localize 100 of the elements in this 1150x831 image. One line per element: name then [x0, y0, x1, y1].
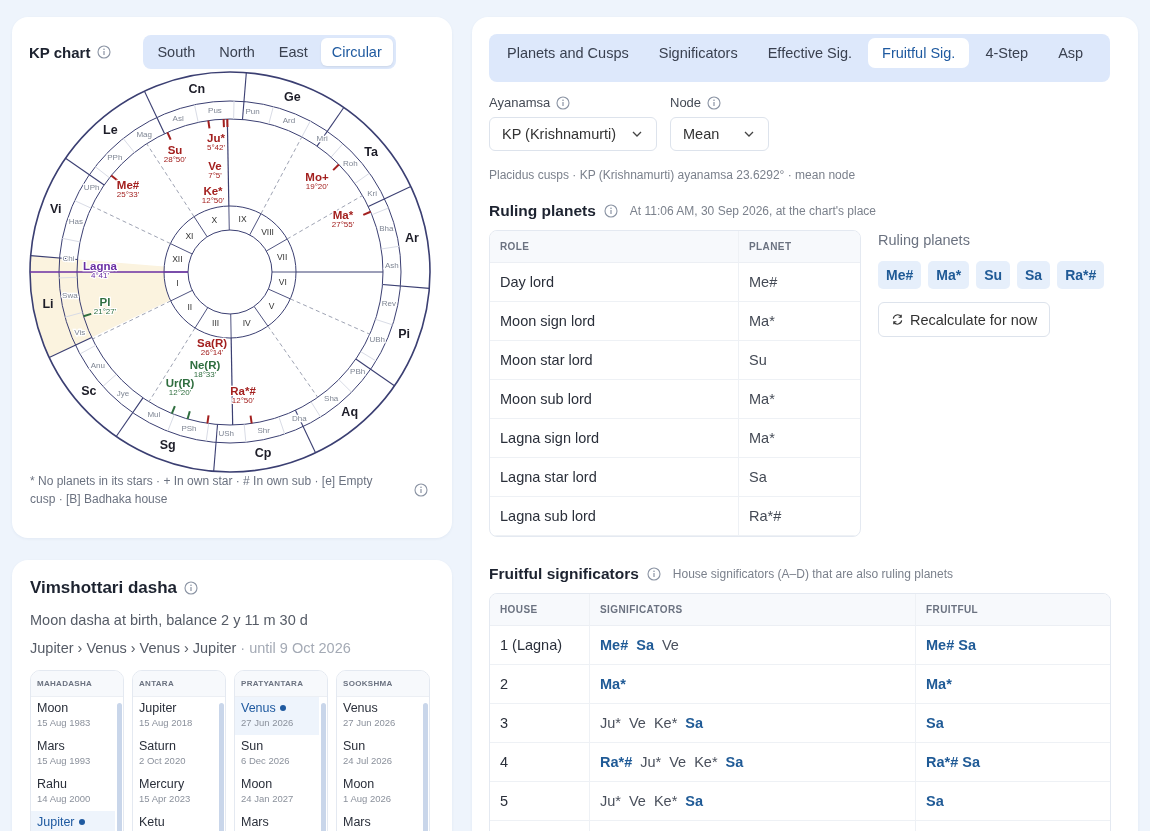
dasha-period[interactable]: Mars: [337, 811, 421, 831]
nakshatra-label: PPh: [107, 153, 123, 163]
dasha-period[interactable]: Venus 27 Jun 2026: [337, 697, 421, 735]
dasha-balance: Moon dasha at birth, balance 2 y 11 m 30 d: [30, 612, 309, 628]
info-icon[interactable]: [646, 567, 661, 581]
table-cell: 1 (Lagna): [490, 626, 589, 665]
chart-style-option[interactable]: East: [267, 38, 319, 66]
planet-tick: [332, 163, 340, 172]
planet-label: Ma*: [332, 209, 354, 222]
nakshatra-label: Pus: [208, 105, 222, 115]
nakshatra-label: Jye: [116, 388, 130, 398]
dasha-period[interactable]: Sun 6 Dec 2026: [235, 735, 319, 773]
planet-tick: [206, 414, 210, 425]
scrollbar[interactable]: [116, 703, 122, 831]
node-dropdown[interactable]: Mean: [670, 117, 769, 151]
info-icon[interactable]: [97, 45, 112, 59]
chart-style-option[interactable]: Circular: [320, 38, 393, 66]
current-marker: [279, 705, 286, 711]
nakshatra-label: Rev: [381, 299, 396, 308]
nakshatra-label: Kri: [367, 189, 378, 199]
planet-label: Mo+: [305, 171, 329, 184]
scrollbar[interactable]: [422, 703, 428, 831]
nakshatra-label: Has: [68, 217, 84, 226]
nakshatra-label: Vis: [74, 327, 86, 337]
nakshatra-label: Swa: [62, 291, 78, 301]
table-cell: Day lord: [490, 263, 738, 302]
table-cell: 5: [490, 782, 589, 821]
dasha-period[interactable]: Mercury 15 Apr 2023: [133, 773, 217, 811]
dasha-period[interactable]: Venus 27 Jun 2026: [235, 697, 319, 735]
planet-degree: 27°55': [331, 220, 355, 230]
planet-code: Ma*: [600, 676, 626, 692]
ayanamsa-dropdown[interactable]: KP (Krishnamurti): [489, 117, 657, 151]
house-number: IX: [238, 213, 247, 224]
planet-degree: 12°50': [201, 196, 225, 206]
planet-label: Ur(R): [165, 377, 195, 390]
table-cell: Moon sign lord: [490, 302, 738, 341]
dasha-period[interactable]: Rahu 14 Aug 2000: [31, 773, 115, 811]
chart-style-option[interactable]: South: [146, 38, 207, 66]
planet-degree: 18°33': [193, 370, 217, 380]
dasha-period[interactable]: Moon 24 Jan 2027: [235, 773, 319, 811]
dasha-period[interactable]: Moon 15 Aug 1983: [31, 697, 115, 735]
dasha-period[interactable]: Ketu: [133, 811, 217, 831]
card-title: Vimshottari dasha: [30, 578, 178, 598]
nakshatra-label: Mag: [136, 129, 152, 139]
table-cell: Ma*: [738, 380, 860, 419]
planet-label: Sa(R): [197, 337, 227, 350]
house-number: XII: [172, 254, 183, 265]
dasha-period[interactable]: Jupiter: [31, 811, 115, 831]
planet-label: Ju*: [207, 132, 225, 145]
planet-tick: [207, 119, 211, 130]
planet-degree: 26°14': [200, 348, 224, 358]
tab[interactable]: 4-Step: [971, 38, 1043, 68]
planet-label: Me#: [116, 179, 140, 192]
planet-code: Sa: [636, 637, 654, 653]
tab[interactable]: Asp: [1044, 38, 1098, 68]
section-title: Ruling planets: [489, 202, 596, 220]
planet-code: Me#: [600, 637, 629, 653]
column-header: HOUSE: [490, 594, 589, 626]
nakshatra-label: Anu: [90, 360, 105, 370]
column-header: SOOKSHMA: [337, 671, 429, 697]
sign-label: Ge: [283, 90, 301, 105]
info-icon[interactable]: [184, 581, 199, 595]
dasha-period[interactable]: Sun 24 Jul 2026: [337, 735, 421, 773]
recalculate-button[interactable]: Recalculate for now: [878, 302, 1051, 337]
planet-code: Ve: [628, 715, 646, 731]
info-icon[interactable]: [556, 95, 571, 110]
table-cell: Lagna sub lord: [490, 497, 738, 536]
dasha-period[interactable]: Mars 15 Aug 1993: [31, 735, 115, 773]
table-cell: Sa: [738, 458, 860, 497]
house-number: XI: [185, 230, 194, 241]
info-icon[interactable]: [414, 483, 428, 497]
card-title: KP chart: [29, 43, 91, 61]
planet-label: Pl: [99, 296, 111, 309]
dasha-period[interactable]: Jupiter 15 Aug 2018: [133, 697, 217, 735]
nakshatra-label: Bha: [379, 224, 394, 234]
planet-code: Ve: [661, 637, 679, 653]
scrollbar[interactable]: [320, 703, 326, 831]
tab[interactable]: Significators: [644, 38, 752, 68]
dasha-period[interactable]: Saturn 2 Oct 2020: [133, 735, 217, 773]
tab[interactable]: Planets and Cusps: [493, 38, 643, 68]
settings-caption: Placidus cusps · KP (Krishnamurti) ayanamsa 23.6292° · mean node: [489, 168, 857, 182]
planet-degree: 28°50': [163, 155, 187, 165]
chart-style-option[interactable]: North: [208, 38, 266, 66]
planet-tick: [170, 405, 176, 415]
house-number: IV: [242, 317, 251, 328]
planet-tick: [249, 414, 253, 425]
planet-code: Ke*: [653, 793, 678, 809]
planet-tick: [186, 410, 191, 420]
tab[interactable]: Fruitful Sig.: [868, 38, 970, 68]
dasha-period[interactable]: Moon 1 Aug 2026: [337, 773, 421, 811]
planet-degree: 12°20': [168, 388, 192, 398]
info-icon[interactable]: [707, 95, 722, 110]
nakshatra-label: PBh: [350, 366, 366, 376]
info-icon[interactable]: [603, 204, 618, 218]
tab[interactable]: Effective Sig.: [753, 38, 867, 68]
planet-code: Ve: [669, 754, 687, 770]
column-header: SIGNIFICATORS: [589, 594, 915, 626]
dasha-period[interactable]: Mars: [235, 811, 319, 831]
scrollbar[interactable]: [218, 703, 224, 831]
table-cell: Moon star lord: [490, 341, 738, 380]
